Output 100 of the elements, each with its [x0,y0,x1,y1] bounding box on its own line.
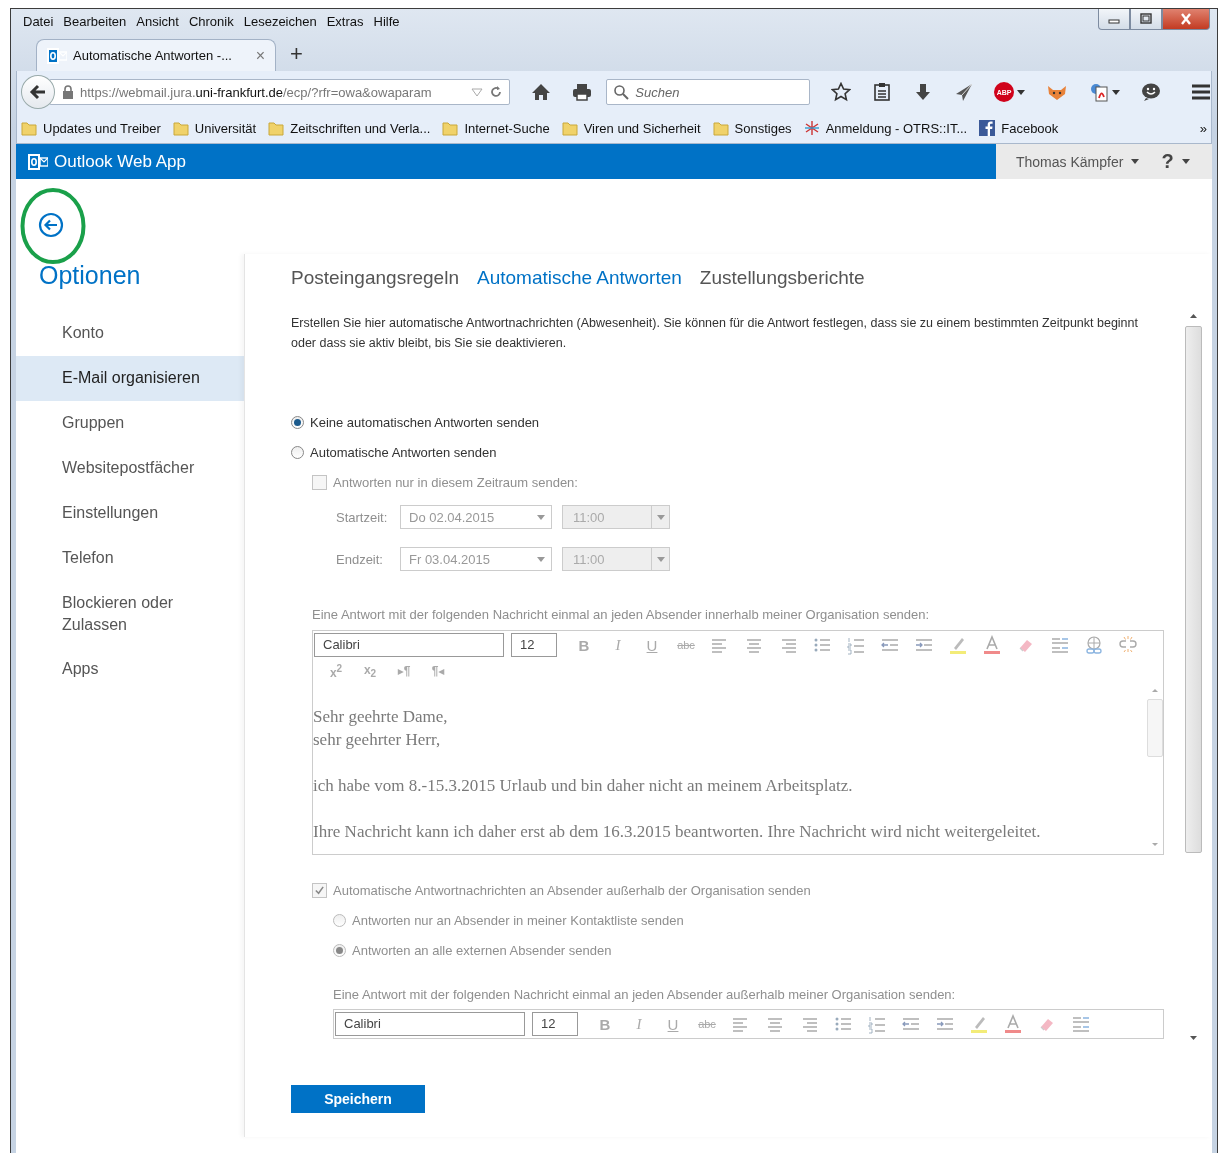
link-icon[interactable] [1084,635,1104,655]
radio-button[interactable] [291,445,304,459]
home-icon[interactable] [531,82,552,102]
paper-plane-icon[interactable] [954,82,975,102]
caret-icon[interactable] [1181,159,1190,164]
styles-icon[interactable] [1050,635,1070,655]
star-icon[interactable] [831,82,852,102]
outlook-icon [47,46,67,65]
new-tab-button[interactable]: + [290,41,303,67]
search-icon [613,84,630,100]
bookmark-item[interactable]: Zeitschriften und Verla... [268,120,431,136]
menu-item[interactable]: Datei [20,13,61,29]
sidebar-item[interactable]: Apps [16,647,244,692]
message-paragraph: Ihre Nachricht kann ich daher erst ab dem 16.3.2015 beantworten. Ihre Nachricht wird nicht weitergeleitet. [313,821,1042,843]
sidebar-item[interactable]: Websitepostfächer [16,446,244,491]
sidebar-item[interactable]: Telefon [16,536,244,581]
back-arrow-icon[interactable] [27,82,48,102]
reload-icon[interactable] [489,85,504,99]
back-button[interactable] [21,75,55,109]
close-button[interactable] [1162,9,1210,30]
bookmark-item[interactable]: Internet-Suche [442,120,550,136]
font-color-icon[interactable] [982,635,1002,655]
field-label: Endzeit: [336,551,384,567]
sidebar-item[interactable]: Blockieren oder Zulassen [16,581,244,647]
url-field[interactable]: https://webmail.jura.uni-frankfurt.de/ecp/?rfr=owa&owaparam [48,79,511,105]
folder-icon [442,120,459,136]
caret-icon [537,556,545,562]
highlight-icon[interactable] [969,1014,989,1034]
folder-icon [268,120,285,136]
tab[interactable]: Posteingangsregeln [291,267,459,289]
sidebar-item[interactable]: Einstellungen [16,491,244,536]
print-icon[interactable] [572,82,593,102]
options-title: Optionen [38,260,142,291]
radio-label: Keine automatischen Antworten senden [310,414,540,430]
search-field[interactable]: Suchen [606,79,811,105]
maximize-button[interactable] [1130,9,1162,30]
bookmark-item[interactable]: Updates und Treiber [21,120,161,136]
message-label: Eine Antwort mit der folgenden Nachricht einmal an jeden Absender innerhalb meiner Organisation senden: [312,606,931,624]
lock-icon [61,85,74,99]
caret-icon[interactable] [1112,89,1120,95]
tab[interactable]: Automatische Antworten [476,267,682,289]
clipboard-icon[interactable] [872,82,893,102]
checkbox-label: Automatische Antwortnachrichten an Absender außerhalb der Organisation senden [333,882,811,898]
menu-item[interactable]: Hilfe [370,13,407,29]
unlink-icon[interactable] [1118,635,1138,655]
bookmark-item[interactable]: Viren und Sicherheit [561,120,701,136]
bookmark-item[interactable]: Facebook [979,120,1059,136]
menu-item[interactable]: Lesezeichen [240,13,324,29]
radio-button[interactable] [291,415,304,429]
help-button[interactable]: ? [1161,150,1174,173]
close-icon[interactable] [1179,13,1193,25]
scroll-thumb[interactable] [1185,326,1202,853]
folder-icon [561,120,578,136]
pdf-icon[interactable] [1089,82,1109,102]
sidebar-item[interactable]: Konto [16,311,244,356]
message-paragraph: Sehr geehrte Dame, sehr geehrter Herr, [313,706,449,751]
caret-icon[interactable] [1017,89,1025,95]
bookmark-item[interactable]: Universität [172,120,257,136]
scroll-thumb[interactable] [1146,699,1163,757]
tab-close-button[interactable]: × [255,46,265,65]
dropdown-icon[interactable] [471,87,484,97]
app-title[interactable]: Outlook Web App [54,151,186,172]
menu-item[interactable]: Chronik [185,13,241,29]
radio-label: Antworten an alle externen Absender senden [352,942,612,958]
sidebar-item[interactable]: E-Mail organisieren [16,356,244,401]
menu-item[interactable]: Bearbeiten [60,13,134,29]
folder-icon [21,120,37,136]
rich-text-editor[interactable] [312,630,1164,855]
caret-icon[interactable] [1131,159,1140,164]
highlight-icon[interactable] [948,635,968,655]
outlook-icon [28,152,48,171]
sidebar-item[interactable]: Gruppen [16,401,244,446]
description-text: Erstellen Sie hier automatische Antwortnachrichten (Abwesenheit). Sie können für die Antwort festlegen, dass sie zu einem bestimmten Zeitpunkt beginnt oder dass sie aktiv bleibt, bis Sie sie deaktivieren. [291,315,1139,352]
font-color-icon[interactable] [1003,1014,1023,1034]
save-button[interactable]: Speichern [291,1085,425,1113]
menu-item[interactable]: Ansicht [133,13,186,29]
bookmark-item[interactable]: Anmeldung - OTRS::IT... [803,120,968,136]
asterisk-icon [803,120,820,136]
caret-icon [537,514,545,520]
user-menu[interactable]: Thomas Kämpfer [1016,153,1124,170]
styles-icon[interactable] [1071,1014,1091,1034]
radio-label: Automatische Antworten senden [310,444,497,460]
chat-icon[interactable] [1141,82,1161,102]
folder-icon [712,120,729,136]
tab[interactable]: Zustellungsberichte [699,267,865,289]
numbering-icon[interactable] [846,635,866,655]
caret-icon [656,514,665,520]
caret-icon [656,556,665,562]
more-bookmarks-button[interactable]: » [1199,120,1207,136]
browser-tab[interactable]: Automatische Antworten -... × [36,39,276,71]
checkbox-label: Antworten nur in diesem Zeitraum senden: [333,474,578,490]
menu-item[interactable]: Extras [323,13,371,29]
minimize-button[interactable] [1098,9,1130,30]
message-label: Eine Antwort mit der folgenden Nachricht einmal an jeden Absender außerhalb meiner Organisation senden: [333,986,957,1004]
bookmark-item[interactable]: Sonstiges [712,120,792,136]
radio-label: Antworten nur an Absender in meiner Kontaktliste senden [352,912,684,928]
field-label: Startzeit: [336,509,389,525]
maximize-icon[interactable] [1139,13,1153,25]
menu-icon[interactable] [1191,83,1211,101]
numbering-icon[interactable] [867,1014,887,1034]
